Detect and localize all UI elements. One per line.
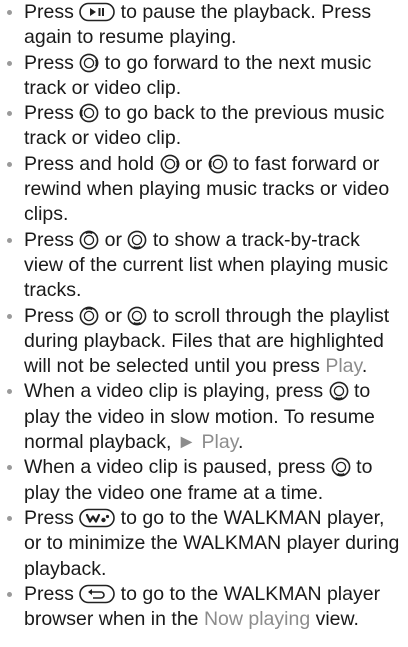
list-item: Press to go back to the previous music t…	[0, 101, 408, 152]
list-item: Press or to scroll through the playlist …	[0, 304, 408, 380]
list-item: Press and hold or to fast forward or rew…	[0, 152, 408, 228]
item-text: Press	[24, 1, 80, 23]
item-text: When a video clip is playing, press	[24, 380, 329, 403]
navigation-key-down-icon	[127, 306, 147, 326]
item-text: Press	[24, 304, 80, 327]
play-highlight: ► Play	[176, 431, 239, 454]
now-playing-highlight: Now playing	[203, 608, 311, 631]
list-item: Press to go to the WALKMAN player, or to…	[0, 506, 408, 582]
list-item: When a video clip is paused, press to pl…	[0, 455, 408, 506]
navigation-key-right-icon	[79, 53, 99, 73]
list-item: Press to go forward to the next music tr…	[0, 51, 408, 102]
list-item: Press or to show a track-by-track view o…	[0, 228, 408, 304]
navigation-key-down-icon	[127, 230, 147, 250]
item-text: Press	[24, 582, 80, 605]
item-text: Press	[24, 102, 80, 125]
item-text: Press	[24, 228, 80, 251]
list-item: When a video clip is playing, press to p…	[0, 379, 408, 455]
item-text: When a video clip is paused, press	[24, 456, 331, 479]
navigation-key-down-icon	[329, 381, 349, 401]
play-highlight: Play	[325, 355, 362, 378]
navigation-key-down-icon	[331, 457, 351, 477]
item-text: or	[99, 228, 128, 251]
item-text: Press	[24, 51, 80, 74]
instruction-list: Press to pause the playback. Press again…	[0, 0, 408, 632]
item-text: .	[361, 355, 368, 378]
item-text: .	[238, 431, 244, 454]
list-item: Press to pause the playback. Press again…	[0, 0, 408, 51]
navigation-key-up-icon	[79, 306, 99, 326]
back-key-icon	[79, 584, 116, 604]
navigation-key-right-icon	[160, 154, 180, 174]
navigation-key-left-icon	[208, 154, 228, 174]
navigation-key-up-icon	[79, 230, 99, 250]
item-text: Press	[24, 506, 80, 529]
item-text: view.	[310, 608, 359, 631]
walkman-key-icon	[79, 508, 116, 528]
item-text: or	[179, 152, 208, 175]
item-text: Press and hold	[24, 152, 160, 175]
navigation-key-left-icon	[79, 103, 99, 123]
item-text: or	[99, 304, 128, 327]
play-pause-key-icon	[79, 2, 116, 22]
list-item: Press to go to the WALKMAN player browse…	[0, 582, 408, 633]
